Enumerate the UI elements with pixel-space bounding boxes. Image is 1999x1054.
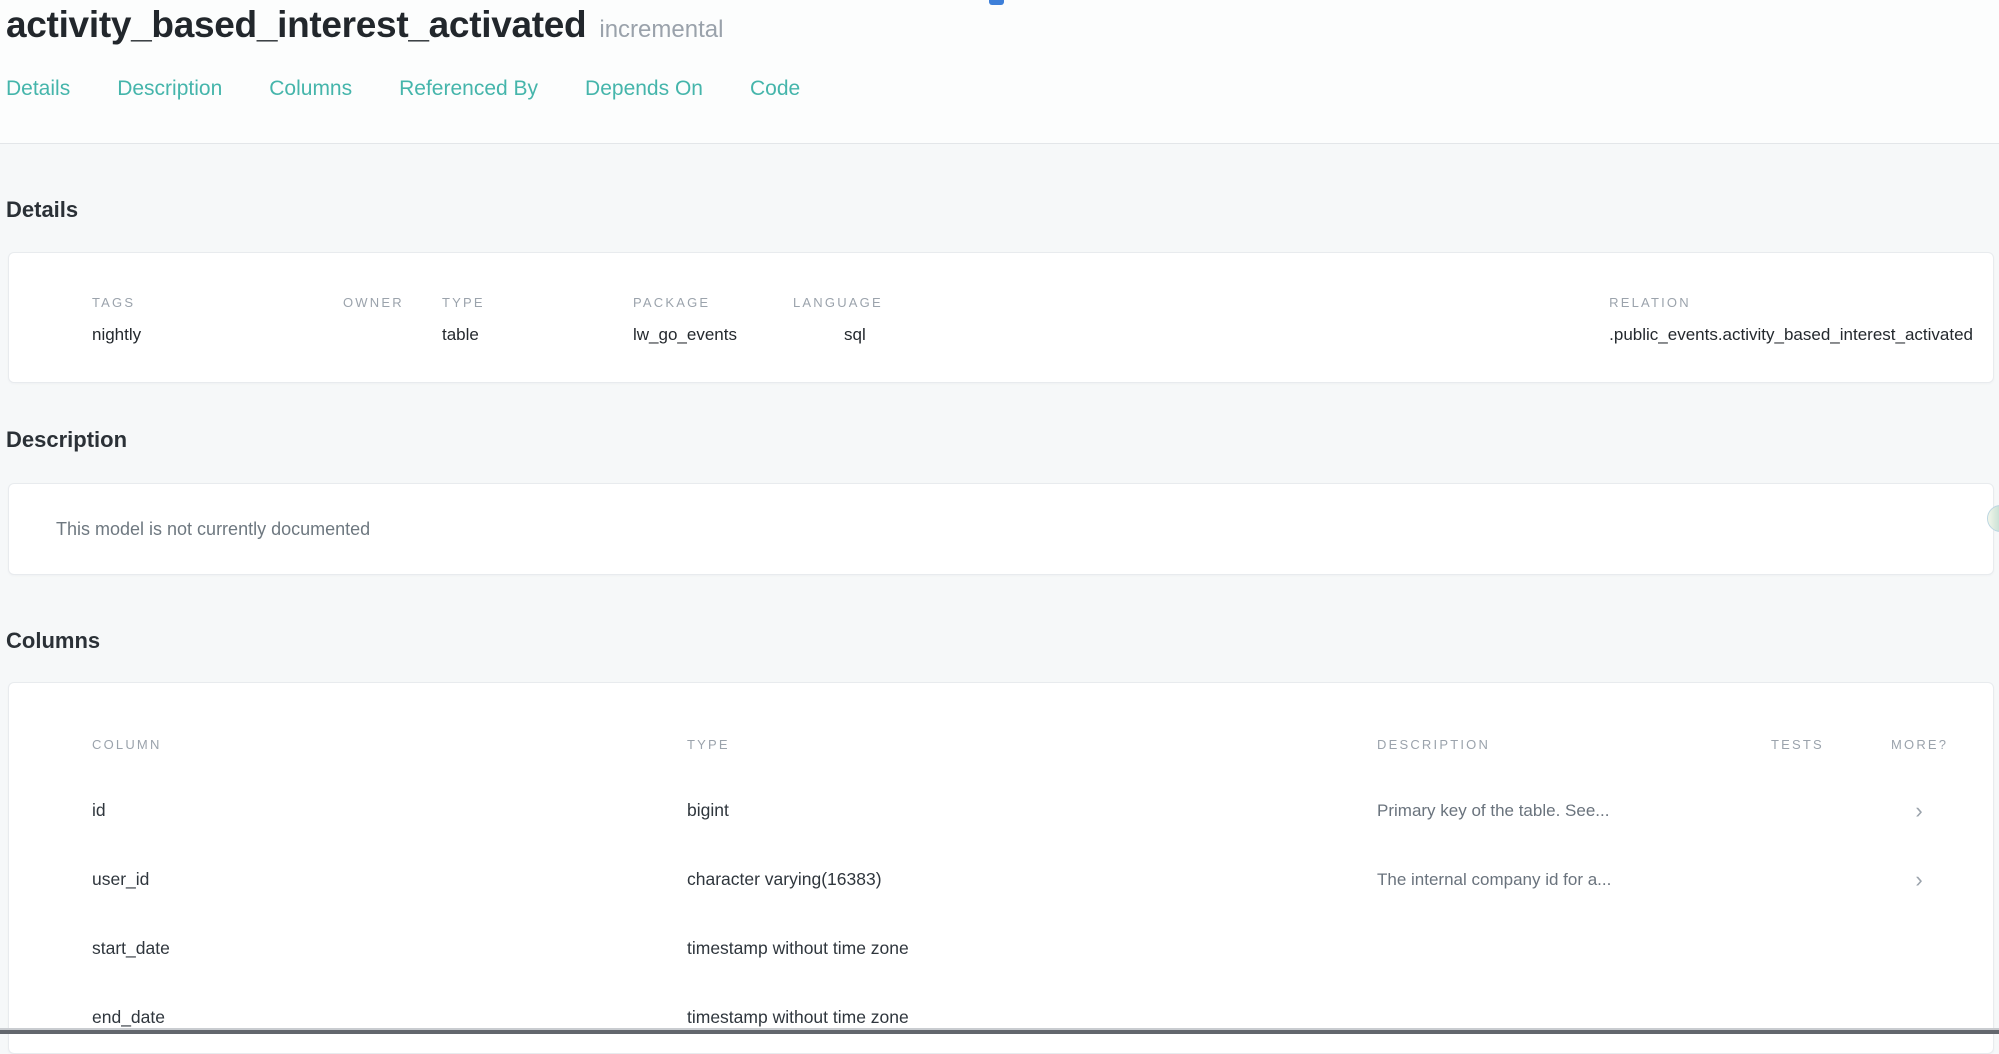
- details-field: TYPE table: [442, 295, 633, 382]
- description-card: This model is not currently documented: [8, 483, 1994, 575]
- details-card: TAGS nightly OWNER TYPE table PACKAGE lw…: [8, 252, 1994, 383]
- section-nav: Details Description Columns Referenced B…: [6, 77, 1999, 101]
- column-name-cell: id: [92, 800, 687, 821]
- column-header-more: MORE?: [1891, 737, 1975, 752]
- details-field: LANGUAGE sql: [793, 295, 1609, 382]
- column-name-cell: start_date: [92, 938, 687, 959]
- chevron-right-icon[interactable]: ›: [1915, 869, 1950, 891]
- columns-table-header-row: COLUMN TYPE DESCRIPTION TESTS MORE?: [92, 737, 1975, 752]
- details-field: TAGS nightly: [92, 295, 343, 382]
- section-nav-link[interactable]: Depends On: [585, 77, 703, 101]
- details-field: RELATION .public_events.activity_based_i…: [1609, 295, 1973, 382]
- column-name-cell: user_id: [92, 869, 687, 890]
- details-field-value: table: [442, 325, 633, 345]
- details-field-label: OWNER: [343, 295, 442, 310]
- column-header-type: TYPE: [687, 737, 1377, 752]
- details-field-label: LANGUAGE: [793, 295, 1609, 310]
- model-materialization-badge: incremental: [599, 16, 723, 44]
- column-header-description: DESCRIPTION: [1377, 737, 1771, 752]
- section-nav-link[interactable]: Referenced By: [399, 77, 538, 101]
- details-field-value: nightly: [92, 325, 343, 345]
- table-row[interactable]: start_date timestamp without time zone: [92, 914, 1975, 983]
- details-field-label: TAGS: [92, 295, 343, 310]
- section-nav-link[interactable]: Details: [6, 77, 70, 101]
- table-row[interactable]: end_date timestamp without time zone: [92, 983, 1975, 1052]
- column-description-cell: The internal company id for a...: [1377, 870, 1771, 890]
- clipped-bottom-strip: [0, 1028, 1999, 1034]
- table-row[interactable]: id bigint Primary key of the table. See.…: [92, 776, 1975, 845]
- details-field-value: lw_go_events: [633, 325, 793, 345]
- details-field-value: sql: [793, 325, 1609, 345]
- column-type-cell: bigint: [687, 800, 1377, 821]
- details-field-label: PACKAGE: [633, 295, 793, 310]
- description-section-heading: Description: [6, 427, 1999, 453]
- section-nav-link[interactable]: Columns: [269, 77, 352, 101]
- details-section-heading: Details: [6, 197, 1999, 223]
- column-description-cell: Primary key of the table. See...: [1377, 801, 1771, 821]
- section-nav-link[interactable]: Description: [117, 77, 222, 101]
- column-type-cell: character varying(16383): [687, 869, 1377, 890]
- columns-table-body: id bigint Primary key of the table. See.…: [92, 776, 1975, 1052]
- page-header: activity_based_interest_activated increm…: [0, 0, 1999, 144]
- column-header-tests: TESTS: [1771, 737, 1891, 752]
- clipped-top-element: [989, 0, 1004, 5]
- model-title: activity_based_interest_activated: [6, 4, 586, 46]
- model-title-row: activity_based_interest_activated increm…: [6, 4, 1999, 46]
- columns-section-heading: Columns: [6, 628, 1999, 654]
- details-field-label: TYPE: [442, 295, 633, 310]
- details-field-label: RELATION: [1609, 295, 1973, 310]
- details-field-value: .public_events.activity_based_interest_a…: [1609, 325, 1973, 345]
- column-type-cell: timestamp without time zone: [687, 938, 1377, 959]
- column-header-column: COLUMN: [92, 737, 687, 752]
- table-row[interactable]: user_id character varying(16383) The int…: [92, 845, 1975, 914]
- column-type-cell: timestamp without time zone: [687, 1007, 1377, 1028]
- section-nav-link[interactable]: Code: [750, 77, 800, 101]
- description-text: This model is not currently documented: [56, 519, 370, 540]
- chevron-right-icon[interactable]: ›: [1915, 800, 1950, 822]
- column-name-cell: end_date: [92, 1007, 687, 1028]
- details-field: PACKAGE lw_go_events: [633, 295, 793, 382]
- columns-table-card: COLUMN TYPE DESCRIPTION TESTS MORE? id b…: [8, 682, 1994, 1054]
- page-content: Details TAGS nightly OWNER TYPE table PA…: [0, 197, 1999, 1054]
- details-field: OWNER: [343, 295, 442, 382]
